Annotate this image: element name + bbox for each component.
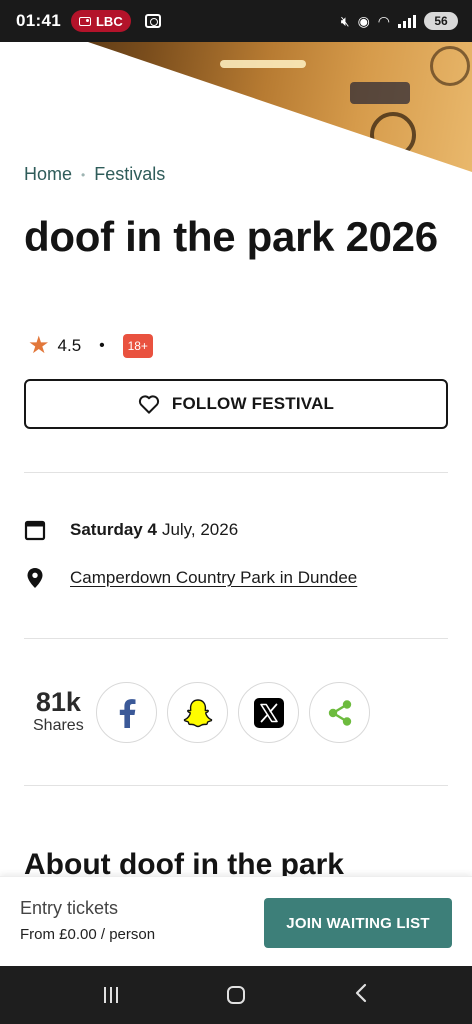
snapchat-icon (183, 698, 212, 727)
status-indicators: 🔇︎ ◉ ◠ 56 (341, 12, 458, 30)
back-icon (355, 983, 366, 1002)
event-date-rest: July, 2026 (161, 520, 239, 539)
event-date-day: Saturday 4 (70, 520, 157, 539)
ticket-price: From £0.00 / person (20, 926, 156, 943)
share-icon (328, 699, 351, 726)
divider (24, 638, 448, 639)
divider (24, 472, 448, 473)
breadcrumb: Home • Festivals (24, 164, 165, 185)
share-facebook-button[interactable] (96, 682, 157, 743)
star-icon: ★ (28, 332, 50, 359)
share-more-button[interactable] (309, 682, 370, 743)
breadcrumb-home-link[interactable]: Home (24, 164, 72, 185)
battery-indicator: 56 (424, 12, 458, 30)
heart-icon (138, 395, 159, 414)
radio-playing-indicator[interactable]: LBC (70, 10, 131, 32)
ticket-bar: Entry tickets From £0.00 / person JOIN W… (0, 876, 472, 966)
home-button[interactable] (226, 986, 245, 1004)
separator-dot: • (99, 337, 105, 354)
follow-festival-label: FOLLOW FESTIVAL (171, 394, 335, 413)
divider (24, 785, 448, 786)
share-x-button[interactable] (238, 682, 299, 743)
back-button[interactable] (354, 982, 368, 1009)
breadcrumb-festivals-link[interactable]: Festivals (94, 164, 165, 185)
location-pin-icon (24, 566, 46, 590)
rating-row: ★ 4.5 • 18+ (28, 334, 153, 358)
event-date-row: Saturday 4 July, 2026 (24, 518, 238, 542)
wifi-icon: ◠ (377, 13, 390, 29)
shares-count: 81k (35, 687, 81, 717)
page-title: doof in the park 2026 (24, 213, 438, 260)
shares-label: Shares (33, 717, 84, 734)
join-waiting-list-button[interactable]: JOIN WAITING LIST (264, 898, 452, 948)
rating-value: 4.5 (57, 336, 82, 355)
follow-festival-button[interactable]: FOLLOW FESTIVAL (24, 379, 448, 429)
breadcrumb-separator: • (81, 167, 86, 182)
location-icon: ◉ (357, 13, 370, 29)
mute-icon: 🔇︎ (340, 13, 350, 29)
system-nav-bar (0, 966, 472, 1024)
facebook-icon (119, 698, 135, 728)
share-snapchat-button[interactable] (167, 682, 228, 743)
x-icon (253, 697, 284, 728)
recent-apps-button[interactable] (104, 987, 119, 1003)
event-venue-row: Camperdown Country Park in Dundee (24, 566, 357, 590)
ticket-title: Entry tickets (20, 898, 119, 918)
shares-counter: 81k Shares (33, 688, 84, 736)
hero-image (0, 42, 472, 172)
radio-label: LBC (95, 13, 123, 29)
signal-icon (398, 14, 416, 28)
venue-link[interactable]: Camperdown Country Park in Dundee (70, 568, 357, 588)
radio-icon (78, 16, 91, 26)
calendar-icon (24, 518, 46, 542)
status-bar: 01:41 LBC 🔇︎ ◉ ◠ 56 (0, 0, 472, 42)
status-time: 01:41 (16, 11, 61, 30)
screen-capture-icon (144, 14, 161, 28)
age-restriction-badge: 18+ (122, 334, 153, 358)
